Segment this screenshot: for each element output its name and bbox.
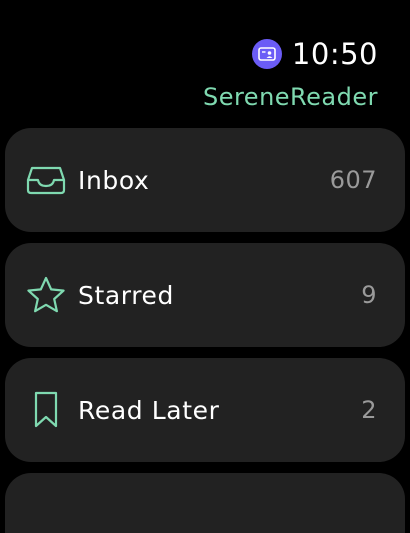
clock-time: 10:50 xyxy=(291,37,378,71)
list-item-starred[interactable]: Starred 9 xyxy=(5,243,405,347)
mailbox-list: Inbox 607 Starred 9 Read Later 2 xyxy=(5,128,405,533)
list-item-count: 2 xyxy=(361,396,377,424)
contact-card-icon xyxy=(251,39,282,69)
list-item-count: 607 xyxy=(329,166,377,194)
app-title: SereneReader xyxy=(202,83,378,111)
list-item-label: Inbox xyxy=(78,165,150,195)
list-item-label: Read Later xyxy=(78,395,220,425)
list-item-count: 9 xyxy=(361,281,377,309)
bookmark-icon xyxy=(25,389,67,431)
list-item-inbox[interactable]: Inbox 607 xyxy=(5,128,405,232)
list-item-read-later[interactable]: Read Later 2 xyxy=(5,358,405,462)
status-bar: 10:50 xyxy=(251,36,378,72)
list-item-partial[interactable] xyxy=(5,473,405,533)
inbox-tray-icon xyxy=(25,159,67,201)
star-icon xyxy=(25,274,67,316)
list-item-label: Starred xyxy=(78,280,175,310)
